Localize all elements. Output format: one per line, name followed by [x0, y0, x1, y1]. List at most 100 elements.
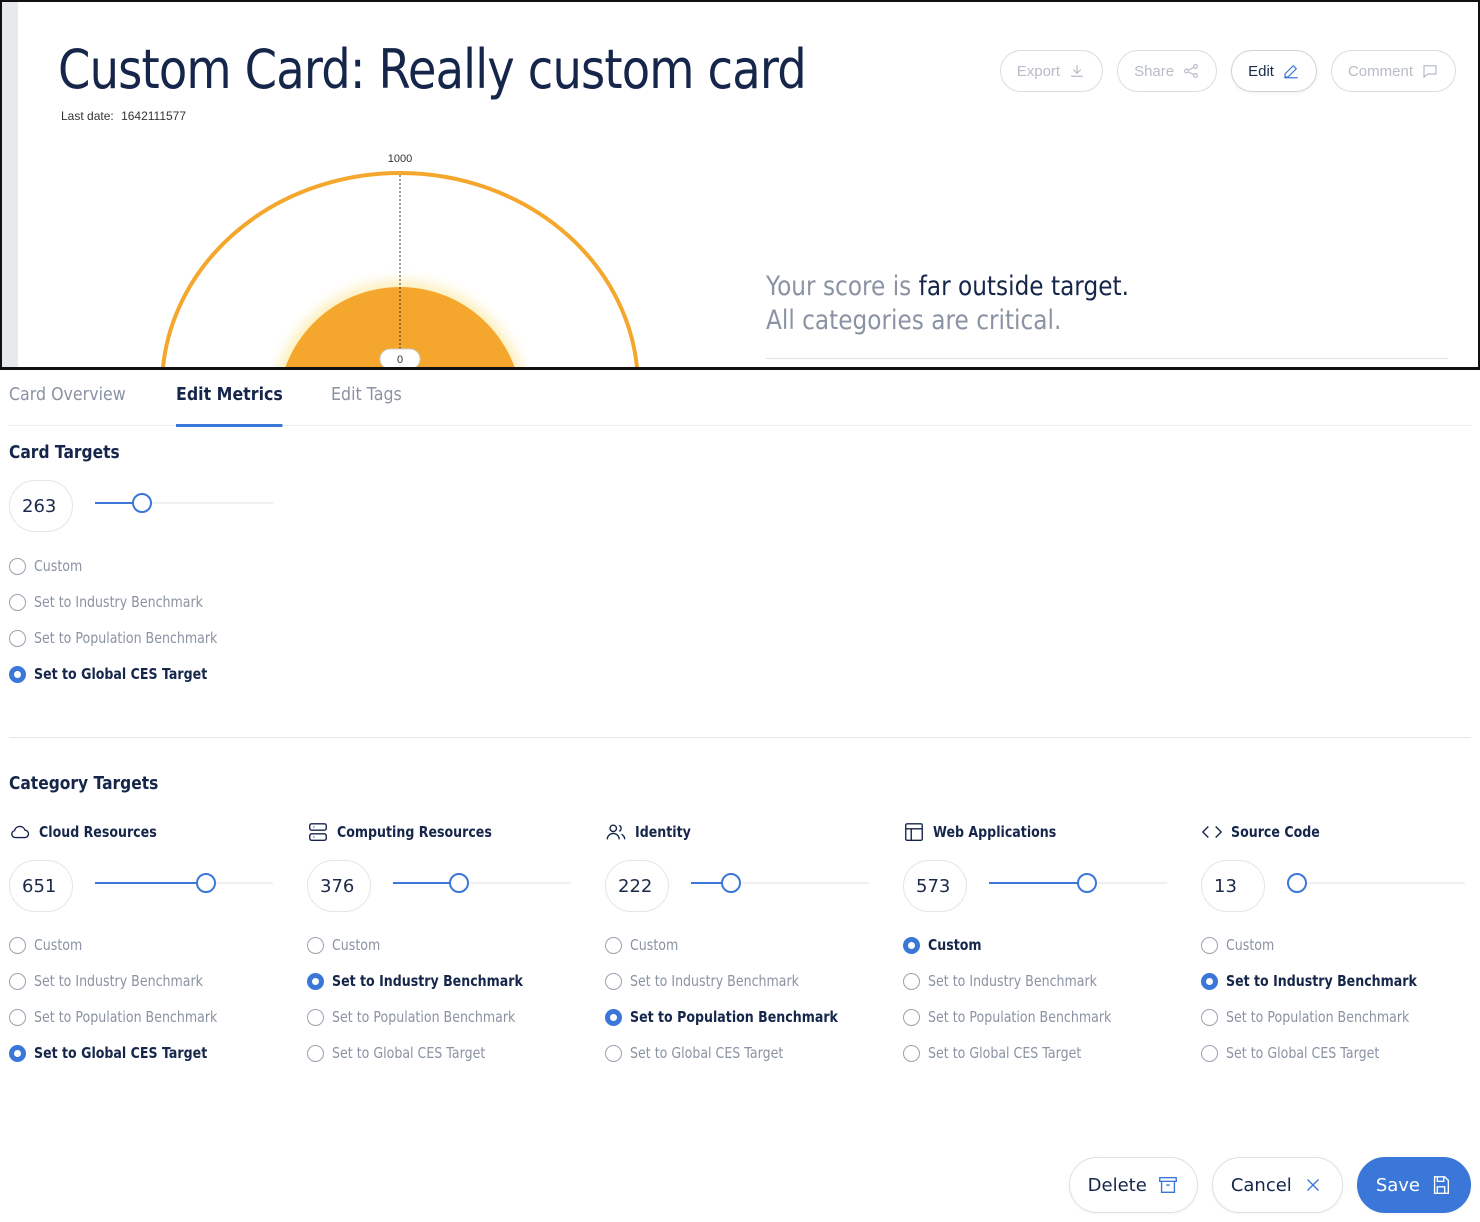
category-source-code: Source Code 13 Custom Set to Industry Benc… [1201, 818, 1471, 1062]
category-target-option-3[interactable]: Set to Global CES Target [9, 1035, 252, 1071]
slider-thumb[interactable] [132, 493, 153, 513]
score-emphasis: far outside target. [918, 271, 1129, 302]
card-target-options: Custom Set to Industry Benchmark Set to Po… [9, 548, 252, 692]
radio-button[interactable] [9, 1044, 26, 1062]
radio-button[interactable] [307, 936, 324, 954]
category-target-slider[interactable] [95, 873, 273, 893]
category-target-option-1[interactable]: Set to Industry Benchmark [605, 963, 878, 999]
slider-thumb[interactable] [721, 873, 742, 893]
category-target-option-1[interactable]: Set to Industry Benchmark [307, 963, 559, 999]
comment-label: Comment [1347, 62, 1413, 80]
category-target-option-2[interactable]: Set to Population Benchmark [605, 999, 878, 1035]
card-target-slider[interactable] [95, 493, 273, 513]
score-gauge: 1000 0 [161, 153, 639, 367]
last-date-label: Last date: [61, 109, 114, 123]
code-icon [1201, 826, 1223, 838]
card-target-option-2[interactable]: Set to Population Benchmark [9, 620, 252, 656]
card-target-value-input[interactable]: 263 [9, 480, 73, 532]
radio-button[interactable] [605, 1008, 622, 1026]
slider-thumb[interactable] [1287, 873, 1307, 893]
tab-edit-metrics[interactable]: Edit Metrics [175, 370, 283, 427]
radio-button[interactable] [1201, 936, 1218, 954]
radio-label: Custom [34, 936, 83, 954]
radio-button[interactable] [9, 593, 26, 611]
category-target-value-input[interactable]: 376 [307, 860, 371, 912]
slider-thumb[interactable] [1076, 873, 1097, 893]
category-target-option-3[interactable]: Set to Global CES Target [903, 1035, 1146, 1071]
category-target-option-0[interactable]: Custom [903, 927, 1146, 963]
category-target-option-3[interactable]: Set to Global CES Target [605, 1035, 878, 1071]
category-target-value-input[interactable]: 13 [1201, 860, 1265, 912]
radio-button[interactable] [307, 1008, 324, 1026]
radio-button[interactable] [307, 1044, 324, 1062]
radio-button[interactable] [9, 629, 26, 647]
category-target-value-input[interactable]: 222 [605, 860, 669, 912]
category-target-value-input[interactable]: 651 [9, 860, 73, 912]
category-target-option-0[interactable]: Custom [1201, 927, 1453, 963]
tab-bar: Card Overview Edit Metrics Edit Tags [9, 370, 1471, 427]
radio-button[interactable] [9, 1008, 26, 1026]
category-target-value-input[interactable]: 573 [903, 860, 967, 912]
category-name: Web Applications [933, 823, 1057, 841]
card-target-option-1[interactable]: Set to Industry Benchmark [9, 584, 252, 620]
radio-label: Set to Global CES Target [1226, 1044, 1380, 1062]
category-identity: Identity 222 Custom Set to Industry Benchm… [605, 818, 875, 1062]
radio-button[interactable] [1201, 1008, 1218, 1026]
cancel-label: Cancel [1230, 1174, 1292, 1196]
save-button[interactable]: Save [1356, 1157, 1471, 1213]
category-target-option-2[interactable]: Set to Population Benchmark [903, 999, 1146, 1035]
radio-button[interactable] [1201, 1044, 1218, 1062]
cancel-button[interactable]: Cancel [1211, 1157, 1343, 1213]
category-target-option-0[interactable]: Custom [307, 927, 559, 963]
card-target-option-3[interactable]: Set to Global CES Target [9, 656, 252, 692]
tab-card-overview[interactable]: Card Overview [9, 370, 126, 426]
category-target-slider[interactable] [1287, 873, 1465, 893]
slider-thumb[interactable] [195, 873, 216, 893]
radio-button[interactable] [1201, 972, 1218, 990]
radio-button[interactable] [9, 665, 26, 683]
card-targets-title: Card Targets [9, 442, 120, 463]
slider-thumb[interactable] [448, 873, 469, 893]
radio-button[interactable] [605, 972, 622, 990]
radio-button[interactable] [605, 936, 622, 954]
card-target-option-0[interactable]: Custom [9, 548, 252, 584]
category-target-option-1[interactable]: Set to Industry Benchmark [9, 963, 252, 999]
radio-button[interactable] [903, 1044, 920, 1062]
radio-button[interactable] [903, 972, 920, 990]
comment-button[interactable]: Comment [1330, 50, 1456, 92]
radio-button[interactable] [307, 972, 324, 990]
radio-button[interactable] [9, 936, 26, 954]
category-target-option-1[interactable]: Set to Industry Benchmark [1201, 963, 1453, 999]
export-button[interactable]: Export [999, 50, 1104, 92]
gauge-max-label: 1000 [388, 153, 412, 165]
category-target-option-0[interactable]: Custom [9, 927, 252, 963]
category-target-slider[interactable] [393, 873, 571, 893]
radio-button[interactable] [9, 972, 26, 990]
delete-button[interactable]: Delete [1068, 1157, 1198, 1213]
radio-button[interactable] [903, 936, 920, 954]
share-button[interactable]: Share [1117, 50, 1218, 92]
edit-button[interactable]: Edit [1231, 50, 1317, 92]
comment-icon [1423, 65, 1437, 79]
radio-button[interactable] [9, 557, 26, 575]
category-target-option-0[interactable]: Custom [605, 927, 878, 963]
radio-button[interactable] [903, 1008, 920, 1026]
score-summary: Your score is far outside target. All ca… [766, 270, 1129, 338]
section-divider [9, 737, 1471, 738]
category-target-slider[interactable] [691, 873, 869, 893]
category-target-option-2[interactable]: Set to Population Benchmark [9, 999, 252, 1035]
category-target-option-2[interactable]: Set to Population Benchmark [1201, 999, 1453, 1035]
radio-label: Set to Industry Benchmark [34, 972, 203, 990]
slider-fill [989, 882, 1087, 884]
category-target-option-1[interactable]: Set to Industry Benchmark [903, 963, 1146, 999]
category-target-option-3[interactable]: Set to Global CES Target [1201, 1035, 1453, 1071]
share-icon [1184, 64, 1199, 78]
category-target-option-2[interactable]: Set to Population Benchmark [307, 999, 559, 1035]
radio-button[interactable] [605, 1044, 622, 1062]
category-target-slider[interactable] [989, 873, 1167, 893]
category-name: Source Code [1231, 823, 1320, 841]
tab-edit-tags[interactable]: Edit Tags [331, 370, 402, 426]
radio-label: Set to Global CES Target [630, 1044, 784, 1062]
download-icon [1071, 65, 1084, 77]
category-target-option-3[interactable]: Set to Global CES Target [307, 1035, 559, 1071]
